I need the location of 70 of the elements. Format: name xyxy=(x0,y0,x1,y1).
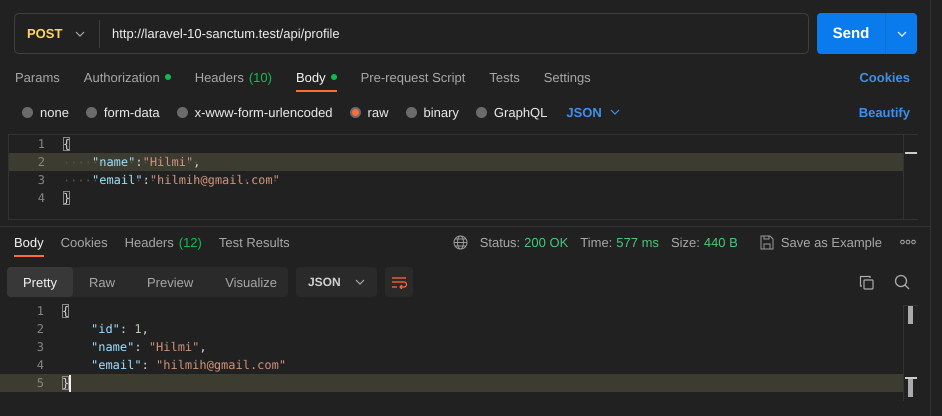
tab[interactable]: Body xyxy=(296,61,337,93)
more-icon[interactable] xyxy=(900,239,916,245)
line-number: 1 xyxy=(36,137,46,151)
copy-icon[interactable] xyxy=(859,274,874,290)
tab[interactable]: Headers (12) xyxy=(124,227,202,257)
meta-value: 440 B xyxy=(704,234,738,250)
line-number: 4 xyxy=(36,358,45,372)
radio-button[interactable] xyxy=(406,106,416,118)
view-mode-tab[interactable]: Raw xyxy=(72,267,131,297)
chevron-icon xyxy=(610,109,620,115)
line-number: 1 xyxy=(36,304,45,318)
save-icon xyxy=(760,234,774,250)
tab[interactable]: Authorization xyxy=(84,61,171,93)
tab[interactable]: Body xyxy=(14,227,44,257)
wrap-icon xyxy=(390,276,407,288)
chevron-icon xyxy=(896,30,906,36)
code-line: "id": 1, xyxy=(90,321,149,337)
line-number: 3 xyxy=(36,173,46,187)
code-line: } xyxy=(62,375,70,391)
scrollbar[interactable] xyxy=(903,305,918,401)
code-line: } xyxy=(63,190,70,206)
tab[interactable]: Params xyxy=(15,61,60,93)
view-mode-tab[interactable]: Visualize xyxy=(209,267,294,297)
method-dropdown[interactable]: POST xyxy=(15,14,99,53)
code-line: { xyxy=(62,303,70,319)
chevron-icon xyxy=(75,30,85,36)
tab[interactable]: Test Results xyxy=(218,227,290,257)
code-line: "name": "Hilmi", xyxy=(90,339,207,355)
wrap-lines-button[interactable] xyxy=(384,267,413,297)
line-number: 5 xyxy=(36,376,45,390)
radio-button[interactable] xyxy=(476,106,487,118)
meta-value: 577 ms xyxy=(616,234,659,250)
scrollbar[interactable] xyxy=(903,135,918,219)
line-number: 2 xyxy=(36,322,45,336)
radio-button[interactable] xyxy=(86,106,97,118)
meta-label: Size: xyxy=(670,234,700,250)
meta-label: Time: xyxy=(580,234,612,250)
tab[interactable]: Settings xyxy=(544,61,591,93)
format-dropdown[interactable]: JSON xyxy=(564,104,620,120)
tab[interactable]: Tests xyxy=(489,61,520,93)
radio-label: GraphQL xyxy=(494,104,548,120)
beautify-link[interactable]: Beautify xyxy=(858,104,910,120)
chevron-icon xyxy=(354,279,365,285)
url-field[interactable]: http://laravel-10-sanctum.test/api/profile xyxy=(100,26,340,41)
tab[interactable]: Headers (10) xyxy=(194,61,272,93)
line-number: 4 xyxy=(36,191,46,205)
tab[interactable]: Cookies xyxy=(60,227,108,257)
code-line: "email": "hilmih@gmail.com" xyxy=(90,357,286,373)
radio-button[interactable] xyxy=(22,106,33,118)
save-example-button[interactable]: Save as Example xyxy=(750,234,888,250)
search-icon[interactable] xyxy=(894,274,910,290)
cookies-link[interactable]: Cookies xyxy=(859,70,910,84)
meta-label: Status: xyxy=(480,234,520,250)
radio-label: none xyxy=(40,104,69,120)
format-dropdown[interactable]: JSON xyxy=(296,267,377,297)
tab[interactable]: Pre-request Script xyxy=(360,61,466,93)
globe-icon xyxy=(452,234,468,250)
send-button[interactable]: Send xyxy=(817,13,885,54)
view-mode-tab[interactable]: Pretty xyxy=(7,267,73,297)
radio-label: binary xyxy=(424,104,459,120)
radio-label: raw xyxy=(368,104,388,120)
meta-value: 200 OK xyxy=(524,234,568,250)
radio-label: form-data xyxy=(104,104,160,120)
radio-button[interactable] xyxy=(176,106,188,118)
code-line: { xyxy=(63,136,70,152)
line-number: 3 xyxy=(36,340,45,354)
view-mode-tab[interactable]: Preview xyxy=(130,267,210,297)
line-number: 2 xyxy=(36,155,46,169)
radio-label: x-www-form-urlencoded xyxy=(194,104,333,120)
radio-button[interactable] xyxy=(350,106,361,118)
